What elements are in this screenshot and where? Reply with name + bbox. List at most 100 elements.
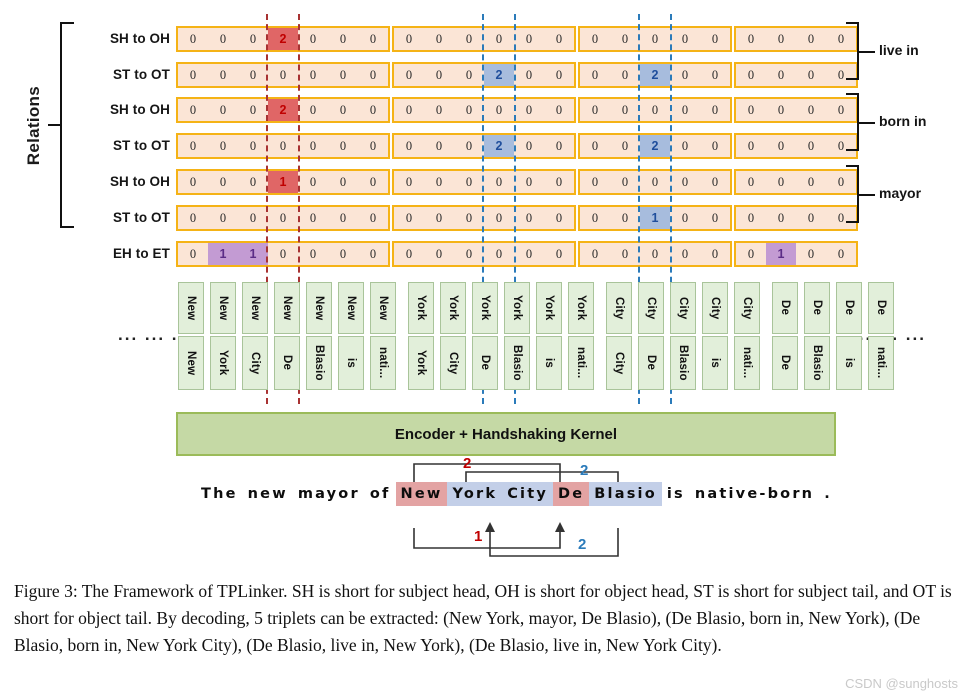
matrix-cell: 0 [747, 102, 755, 117]
matrix-cell: 0 [495, 246, 503, 261]
cell-group-0: 0002000 [176, 97, 390, 123]
cell-group-0: 0002000 [176, 26, 390, 52]
matrix-cell: 0 [405, 174, 413, 189]
cell-group-3: 0100 [734, 241, 858, 267]
matrix-cell: 0 [711, 210, 719, 225]
matrix-cell: 0 [279, 210, 287, 225]
matrix-row: 0000000000200002000000 [176, 133, 858, 159]
token-tail: Blasio [306, 336, 332, 390]
matrix-cell: 0 [219, 31, 227, 46]
token-head: York [536, 282, 562, 334]
matrix-cell: 0 [681, 174, 689, 189]
matrix-cell: 0 [591, 31, 599, 46]
matrix-cell: 0 [777, 31, 785, 46]
matrix-cell: 0 [369, 31, 377, 46]
token-head: York [472, 282, 498, 334]
sentence-word: is [666, 486, 685, 502]
matrix-cell: 0 [309, 246, 317, 261]
matrix-cell: 0 [525, 210, 533, 225]
cell-group-0: 0 0 0 0 0 0 0 [176, 133, 390, 159]
matrix-cell: 0 [495, 31, 503, 46]
token-head: De [868, 282, 894, 334]
matrix-cell: 0 [621, 246, 629, 261]
matrix-cell: 1 [268, 171, 298, 193]
matrix-cell: 0 [777, 174, 785, 189]
token-tail: City [440, 336, 466, 390]
row-label-1: ST to OT [112, 67, 170, 82]
matrix-cell: 0 [405, 31, 413, 46]
matrix-cell: 0 [747, 67, 755, 82]
matrix-row: 0001000000000000000000 [176, 169, 858, 195]
cell-group-1: 0 0 0 0 0 0 [392, 97, 576, 123]
matrix-cell: 0 [525, 174, 533, 189]
matrix-cell: 0 [495, 210, 503, 225]
matrix-cell: 0 [309, 67, 317, 82]
sentence-word: York [447, 482, 503, 506]
matrix-cell: 0 [681, 138, 689, 153]
matrix-cell: 0 [369, 210, 377, 225]
matrix-cell: 0 [681, 246, 689, 261]
matrix-cell: 0 [249, 138, 257, 153]
matrix-cell: 0 [309, 174, 317, 189]
matrix-cell: 0 [435, 102, 443, 117]
token-tail: York [210, 336, 236, 390]
token-pair-column: York Blasio [502, 282, 532, 390]
cell-group-2: 0 0 0 0 0 [578, 26, 732, 52]
matrix-cell: 0 [465, 174, 473, 189]
matrix-cell: 0 [711, 31, 719, 46]
token-tail: is [702, 336, 728, 390]
matrix-cell: 0 [555, 210, 563, 225]
arrow-label-top-2-red: 2 [463, 455, 472, 472]
token-head: City [670, 282, 696, 334]
matrix-cell: 0 [525, 31, 533, 46]
token-head: City [734, 282, 760, 334]
matrix-cell: 0 [591, 210, 599, 225]
relation-name-born-in: born in [879, 113, 927, 129]
token-head: De [804, 282, 830, 334]
matrix-cell: 0 [807, 102, 815, 117]
token-head: City [606, 282, 632, 334]
matrix-cell: 0 [807, 31, 815, 46]
cell-group-2: 0 0 0 0 0 [578, 169, 732, 195]
token-head: New [370, 282, 396, 334]
token-head: New [242, 282, 268, 334]
token-pair-column: York City [438, 282, 468, 390]
cell-group-3: 0000 [734, 62, 858, 88]
matrix-cell: 0 [369, 102, 377, 117]
arrow-label-bottom-2-blue: 2 [578, 536, 587, 553]
matrix-cell: 0 [219, 174, 227, 189]
matrix-cell: 0 [807, 246, 815, 261]
matrix-cell: 0 [405, 138, 413, 153]
cell-group-0: 0001000 [176, 169, 390, 195]
token-head: York [440, 282, 466, 334]
matrix-cell: 0 [465, 246, 473, 261]
matrix-cell: 0 [591, 102, 599, 117]
matrix-cell: 0 [219, 138, 227, 153]
sentence-word: native-born [694, 486, 815, 502]
matrix-cell: 0 [777, 210, 785, 225]
matrix-cell: 0 [219, 67, 227, 82]
encoder-handshaking-kernel-box: Encoder + Handshaking Kernel [176, 412, 836, 456]
matrix-cell: 0 [309, 138, 317, 153]
token-pair-column: De Blasio [802, 282, 832, 390]
token-tail: Blasio [804, 336, 830, 390]
matrix-cell: 0 [249, 210, 257, 225]
token-pair-column: York De [470, 282, 500, 390]
matrix-cell: 0 [405, 246, 413, 261]
matrix-cell: 1 [208, 243, 238, 265]
matrix-row: 0000000000200002000000 [176, 62, 858, 88]
relations-bracket-tick [48, 124, 62, 126]
matrix-cell: 0 [621, 210, 629, 225]
matrix-cell: 2 [640, 64, 670, 86]
matrix-cell: 0 [465, 210, 473, 225]
token-pair-column: De is [834, 282, 864, 390]
token-pair-column: New Blasio [304, 282, 334, 390]
matrix-cell: 0 [681, 67, 689, 82]
matrix-cell: 0 [555, 102, 563, 117]
relation-name-live-in: live in [879, 42, 919, 58]
token-tail: De [274, 336, 300, 390]
relation-tick-1 [859, 122, 875, 124]
relation-bracket-0 [846, 22, 859, 80]
matrix-cell: 0 [651, 174, 659, 189]
cell-group-3: 0000 [734, 133, 858, 159]
